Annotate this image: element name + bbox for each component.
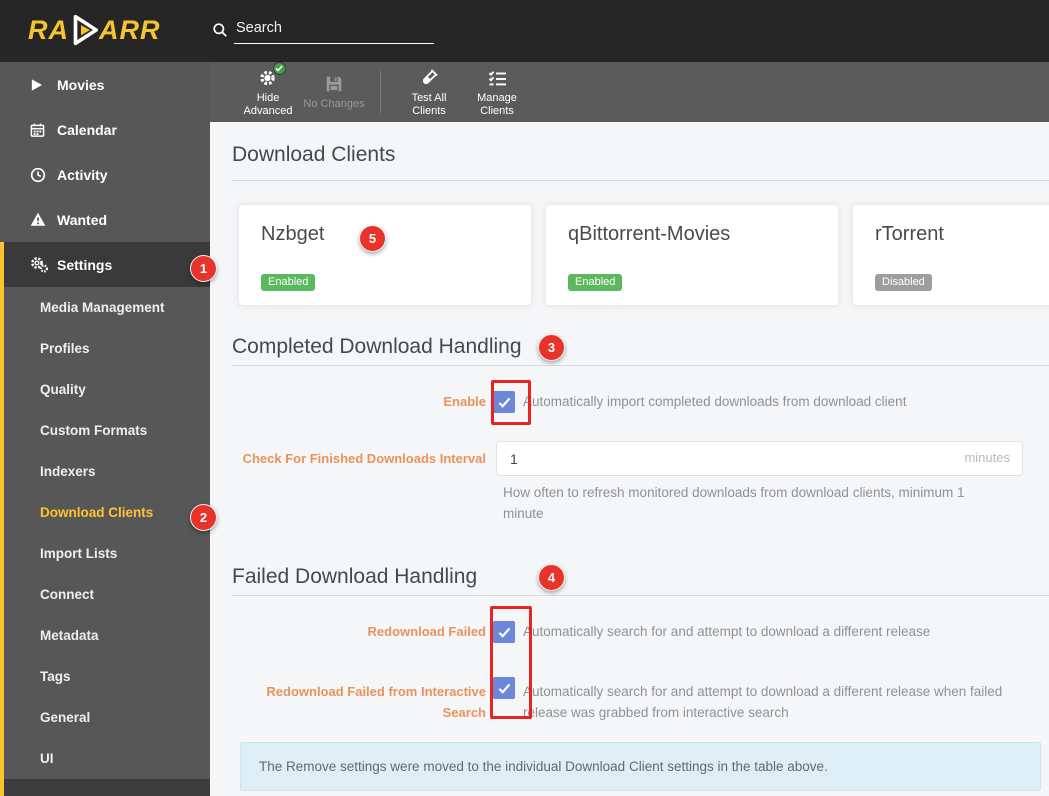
toolbar-separator — [380, 71, 381, 113]
status-badge: Disabled — [875, 274, 932, 291]
client-name: rTorrent — [875, 223, 944, 245]
sidebar-item-label: Wanted — [57, 211, 108, 228]
sidebar: Movies Calendar Activity Wanted Settings… — [0, 62, 210, 796]
interval-help-text: How often to refresh monitored downloads… — [503, 485, 965, 521]
no-changes-button[interactable]: No Changes — [302, 73, 366, 111]
test-tube-icon — [419, 67, 439, 89]
toolbar-button-label: Hide Advanced — [243, 92, 293, 117]
manage-clients-button[interactable]: Manage Clients — [465, 67, 529, 117]
redownload-failed-row: Redownload Failed Automatically search f… — [232, 621, 930, 643]
sidebar-item-settings[interactable]: Settings — [4, 242, 210, 287]
radarr-logo[interactable]: RA ARR — [28, 10, 161, 50]
search-input[interactable] — [234, 16, 434, 44]
sidebar-item-label: Calendar — [57, 121, 117, 138]
calendar-icon — [30, 122, 57, 138]
section-divider — [232, 595, 1049, 596]
clock-icon — [30, 167, 57, 183]
redownload-failed-label: Redownload Failed — [367, 624, 486, 639]
interval-row: Check For Finished Downloads Interval mi… — [232, 441, 1023, 476]
redownload-interactive-checkbox[interactable] — [493, 677, 515, 699]
download-client-cards: Nzbget Enabled qBittorrent-Movies Enable… — [239, 205, 1049, 305]
global-search — [210, 16, 434, 44]
redownload-interactive-row: Redownload Failed from Interactive Searc… — [232, 677, 1003, 723]
section-divider — [232, 365, 1049, 366]
sidebar-item-indexers[interactable]: Indexers — [4, 451, 210, 492]
sidebar-item-connect[interactable]: Connect — [4, 574, 210, 615]
sidebar-item-tags[interactable]: Tags — [4, 656, 210, 697]
check-icon — [498, 683, 510, 694]
sidebar-item-media-management[interactable]: Media Management — [4, 287, 210, 328]
page-title: Download Clients — [232, 143, 396, 166]
logo-text-right: ARR — [99, 15, 161, 45]
sidebar-item-label: Movies — [57, 76, 105, 93]
top-bar: RA ARR — [0, 0, 1049, 62]
sidebar-item-activity[interactable]: Activity — [0, 152, 210, 197]
toolbar-button-label: No Changes — [303, 98, 365, 111]
gears-icon — [30, 256, 57, 273]
redownload-interactive-help-text: Automatically search for and attempt to … — [523, 684, 1003, 720]
sidebar-item-custom-formats[interactable]: Custom Formats — [4, 410, 210, 451]
section-divider — [232, 180, 1049, 181]
sidebar-item-calendar[interactable]: Calendar — [0, 107, 210, 152]
interval-input[interactable] — [496, 441, 1023, 476]
redownload-interactive-label: Redownload Failed from Interactive Searc… — [266, 684, 486, 720]
client-name: qBittorrent-Movies — [568, 223, 731, 245]
sidebar-item-general[interactable]: General — [4, 697, 210, 738]
interval-unit: minutes — [964, 450, 1010, 465]
client-card-qbittorrent[interactable]: qBittorrent-Movies Enabled — [546, 205, 838, 305]
status-badge: Enabled — [261, 274, 316, 291]
play-logo-icon — [73, 14, 98, 46]
sidebar-item-movies[interactable]: Movies — [0, 62, 210, 107]
test-all-clients-button[interactable]: Test All Clients — [397, 67, 461, 117]
page-toolbar: Hide Advanced No Changes Test All Client… — [210, 62, 1049, 122]
hide-advanced-button[interactable]: Hide Advanced — [236, 62, 300, 117]
info-alert: The Remove settings were moved to the in… — [240, 742, 1041, 791]
play-icon — [30, 78, 57, 92]
advanced-cog-icon — [258, 62, 286, 89]
green-check-icon — [272, 62, 286, 75]
sidebar-item-profiles[interactable]: Profiles — [4, 328, 210, 369]
enable-help-text: Automatically import completed downloads… — [523, 394, 907, 409]
enable-checkbox[interactable] — [493, 391, 515, 413]
client-card-rtorrent[interactable]: rTorrent Disabled — [853, 205, 1049, 305]
check-icon — [498, 397, 510, 408]
warning-icon — [30, 212, 57, 227]
completed-handling-title: Completed Download Handling — [232, 335, 522, 358]
check-icon — [498, 627, 510, 638]
toolbar-button-label: Test All Clients — [411, 92, 447, 117]
enable-label: Enable — [443, 394, 486, 409]
status-badge: Enabled — [568, 274, 623, 291]
interval-label: Check For Finished Downloads Interval — [242, 451, 486, 466]
info-alert-text: The Remove settings were moved to the in… — [259, 759, 828, 774]
sidebar-item-metadata[interactable]: Metadata — [4, 615, 210, 656]
search-icon — [213, 23, 227, 37]
sidebar-item-label: Activity — [57, 166, 108, 183]
redownload-failed-help-text: Automatically search for and attempt to … — [523, 624, 931, 639]
interval-input-wrap: minutes — [496, 441, 1023, 476]
toolbar-button-label: Manage Clients — [477, 92, 517, 117]
sidebar-item-wanted[interactable]: Wanted — [0, 197, 210, 242]
save-icon — [325, 73, 343, 95]
settings-group: Settings Media Management Profiles Quali… — [0, 242, 210, 796]
sidebar-item-download-clients[interactable]: Download Clients — [4, 492, 210, 533]
settings-content: Download Clients Nzbget Enabled qBittorr… — [210, 122, 1049, 796]
enable-row: Enable Automatically import completed do… — [232, 391, 906, 413]
checklist-icon — [488, 67, 507, 89]
client-name: Nzbget — [261, 223, 325, 245]
sidebar-bottom-strip — [4, 779, 210, 796]
logo-text-left: RA — [28, 15, 69, 45]
sidebar-item-label: Settings — [57, 256, 113, 273]
client-card-nzbget[interactable]: Nzbget Enabled — [239, 205, 531, 305]
main-area: Hide Advanced No Changes Test All Client… — [210, 62, 1049, 796]
redownload-failed-checkbox[interactable] — [493, 621, 515, 643]
sidebar-item-ui[interactable]: UI — [4, 738, 210, 779]
failed-handling-title: Failed Download Handling — [232, 565, 478, 588]
sidebar-item-import-lists[interactable]: Import Lists — [4, 533, 210, 574]
sidebar-item-quality[interactable]: Quality — [4, 369, 210, 410]
